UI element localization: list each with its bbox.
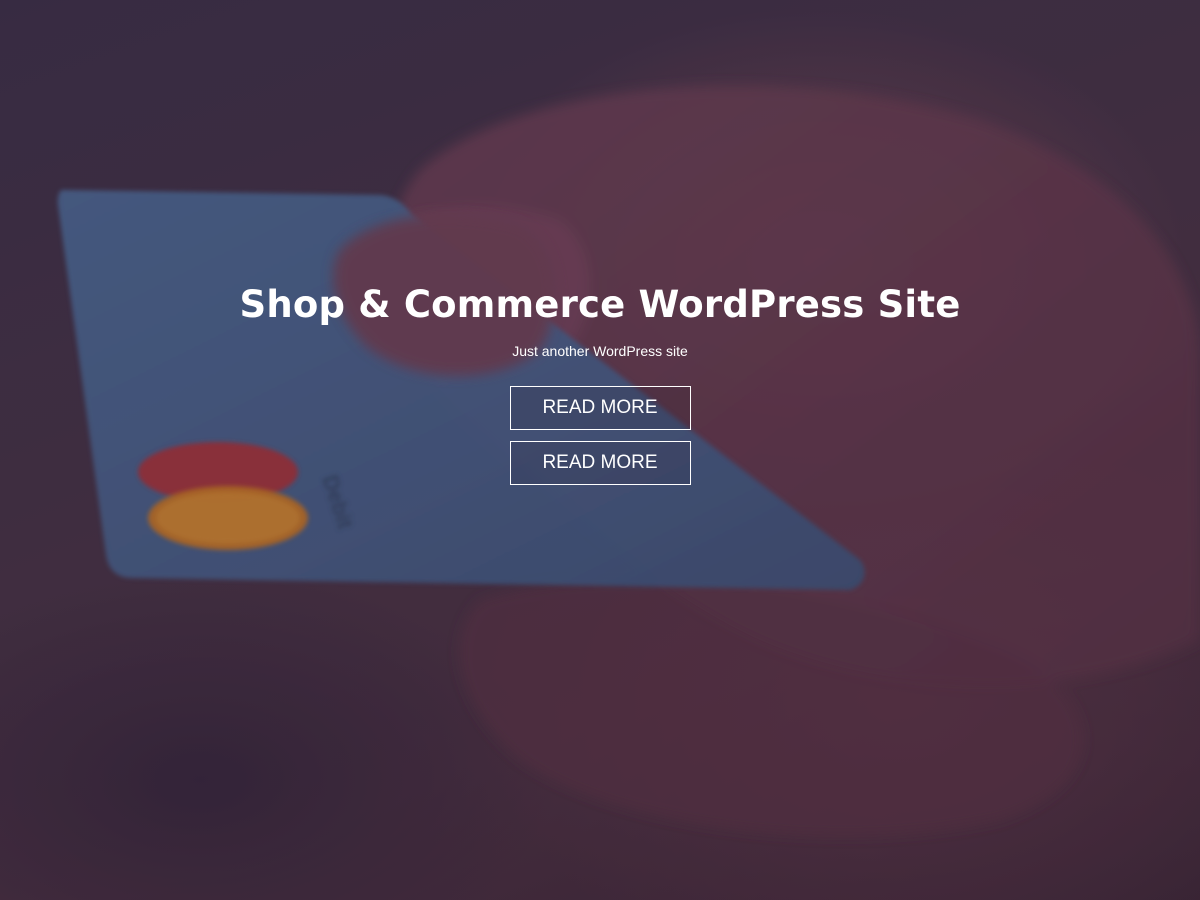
site-title[interactable]: Shop & Commerce WordPress Site: [0, 282, 1200, 328]
read-more-button-secondary[interactable]: READ MORE: [509, 441, 691, 485]
site-tagline: Just another WordPress site: [512, 343, 688, 359]
hero-section: Debit Shop & Commerce WordPress Site Jus…: [0, 0, 1200, 900]
hero-content: Shop & Commerce WordPress Site Just anot…: [0, 282, 1200, 496]
hero-buttons: READ MORE READ MORE: [0, 386, 1200, 485]
read-more-button[interactable]: READ MORE: [509, 386, 691, 430]
